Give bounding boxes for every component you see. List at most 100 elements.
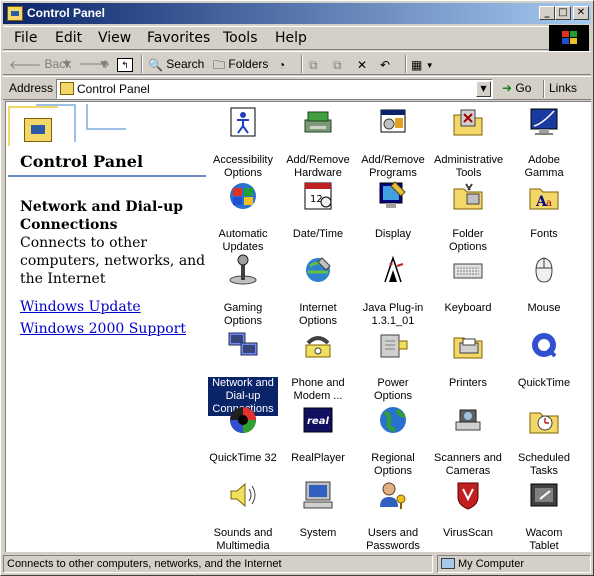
menu-file[interactable]: File: [14, 30, 37, 46]
control-panel-item-label: Accessibility Options: [213, 154, 273, 179]
move-to-button[interactable]: ⧉: [309, 54, 318, 74]
status-zone-label: My Computer: [458, 558, 525, 570]
control-panel-item[interactable]: Keyboard: [433, 254, 503, 315]
copy-to-button[interactable]: ⧉: [333, 54, 342, 74]
control-panel-item-label: Sounds and Multimedia: [213, 527, 273, 552]
maximize-button[interactable]: □: [555, 6, 571, 20]
control-panel-item-label: QuickTime: [517, 377, 571, 389]
control-panel-item[interactable]: Administrative Tools: [433, 106, 503, 180]
control-panel-item[interactable]: VirusScan: [433, 479, 503, 540]
address-value: Control Panel: [77, 82, 150, 96]
menu-bar: File Edit View Favorites Tools Help: [3, 26, 549, 50]
control-panel-item[interactable]: Aa Fonts: [509, 180, 579, 241]
control-panel-item[interactable]: Regional Options: [358, 404, 428, 478]
power-options-icon: [377, 329, 409, 361]
control-panel-item[interactable]: Internet Options: [283, 254, 353, 328]
internet-options-icon: [302, 254, 334, 286]
links-button[interactable]: Links: [549, 81, 577, 95]
search-button[interactable]: 🔍 Search: [148, 54, 204, 74]
control-panel-item[interactable]: Network and Dial-up Connections: [208, 329, 278, 416]
control-panel-item[interactable]: Wacom Tablet: [509, 479, 579, 553]
up-folder-button[interactable]: ↰: [117, 54, 133, 74]
menu-view[interactable]: View: [98, 30, 131, 46]
windows-2000-support-link[interactable]: Windows 2000 Support: [20, 321, 186, 337]
control-panel-item[interactable]: Accessibility Options: [208, 106, 278, 180]
control-panel-item[interactable]: System: [283, 479, 353, 540]
windows-logo-icon: [549, 25, 589, 51]
menu-help[interactable]: Help: [275, 30, 307, 46]
control-panel-item[interactable]: Java Plug-in 1.3.1_01: [358, 254, 428, 328]
menu-edit[interactable]: Edit: [55, 30, 82, 46]
go-label: Go: [515, 81, 532, 95]
control-panel-item[interactable]: Add/Remove Hardware: [283, 106, 353, 180]
control-panel-item[interactable]: Add/Remove Programs: [358, 106, 428, 180]
add-remove-programs-icon: [377, 106, 409, 138]
address-label: Address: [9, 81, 54, 95]
control-panel-item[interactable]: Folder Options: [433, 180, 503, 254]
history-icon: ◔: [278, 57, 286, 72]
control-panel-item[interactable]: Scanners and Cameras: [433, 404, 503, 478]
control-panel-item-label: Scanners and Cameras: [434, 452, 502, 477]
folders-button[interactable]: 🗀 Folders: [213, 54, 268, 74]
control-panel-item-label: VirusScan: [443, 527, 493, 539]
address-field[interactable]: Control Panel ▼: [56, 79, 493, 99]
minimize-button[interactable]: _: [539, 6, 555, 20]
control-panel-item-label: Administrative Tools: [434, 154, 504, 179]
toolbar-separator: [141, 55, 143, 73]
control-panel-item[interactable]: Phone and Modem ...: [283, 329, 353, 403]
control-panel-item[interactable]: Adobe Gamma: [509, 106, 579, 180]
delete-button[interactable]: ✕: [357, 54, 367, 74]
folders-icon: 🗀: [213, 57, 226, 72]
control-panel-item[interactable]: Power Options: [358, 329, 428, 403]
control-panel-item[interactable]: real RealPlayer: [283, 404, 353, 465]
status-zone: My Computer: [437, 555, 591, 573]
control-panel-item[interactable]: Sounds and Multimedia: [208, 479, 278, 553]
control-panel-item-label: Gaming Options: [223, 302, 263, 327]
control-panel-item-label: Mouse: [527, 302, 561, 314]
title-bar[interactable]: Control Panel _ □ ✕: [3, 3, 591, 24]
views-button[interactable]: ▦ ▼: [411, 54, 434, 74]
adobe-gamma-icon: [528, 106, 560, 138]
control-panel-item[interactable]: QuickTime 32: [208, 404, 278, 465]
toolbar-separator: [301, 55, 303, 73]
back-dropdown-icon[interactable]: ▼: [61, 54, 73, 74]
control-panel-item[interactable]: Users and Passwords: [358, 479, 428, 553]
control-panel-item-label: QuickTime 32: [209, 452, 277, 464]
go-arrow-icon: ➜: [502, 81, 513, 95]
control-panel-item[interactable]: Mouse: [509, 254, 579, 315]
address-dropdown-button[interactable]: ▼: [476, 81, 491, 97]
control-panel-item[interactable]: QuickTime: [509, 329, 579, 390]
control-panel-item-label: Java Plug-in 1.3.1_01: [362, 302, 424, 327]
undo-button[interactable]: ↶: [380, 54, 390, 74]
administrative-tools-icon: [452, 106, 484, 138]
forward-dropdown-icon[interactable]: ▼: [98, 54, 110, 74]
control-panel-item[interactable]: Gaming Options: [208, 254, 278, 328]
control-panel-item[interactable]: Display: [358, 180, 428, 241]
control-panel-item-label: Display: [374, 228, 412, 240]
control-panel-item[interactable]: Scheduled Tasks: [509, 404, 579, 478]
control-panel-item[interactable]: Automatic Updates: [208, 180, 278, 254]
control-panel-window: Control Panel _ □ ✕ File Edit View Favor…: [0, 0, 594, 576]
printers-icon: [452, 329, 484, 361]
phone-modem-icon: [302, 329, 334, 361]
scanners-cameras-icon: [452, 404, 484, 436]
sidebar-banner: [6, 102, 206, 150]
menu-favorites[interactable]: Favorites: [147, 30, 210, 46]
control-panel-item-label: System: [299, 527, 337, 539]
sounds-multimedia-icon: [227, 479, 259, 511]
history-button[interactable]: ◔: [278, 54, 285, 74]
control-panel-item[interactable]: 12 Date/Time: [283, 180, 353, 241]
views-dropdown-icon: ▼: [425, 61, 434, 70]
accessibility-icon: [227, 106, 259, 138]
quicktime-icon: [528, 329, 560, 361]
close-button[interactable]: ✕: [573, 6, 589, 20]
go-button[interactable]: ➜ Go: [502, 81, 531, 95]
menu-tools[interactable]: Tools: [223, 30, 258, 46]
mouse-icon: [528, 254, 560, 286]
control-panel-item-label: Printers: [449, 377, 487, 389]
control-panel-item[interactable]: Printers: [433, 329, 503, 390]
windows-update-link[interactable]: Windows Update: [20, 299, 141, 315]
control-panel-icon[interactable]: [7, 6, 23, 21]
window-title: Control Panel: [27, 6, 106, 20]
delete-icon: ✕: [357, 57, 368, 72]
